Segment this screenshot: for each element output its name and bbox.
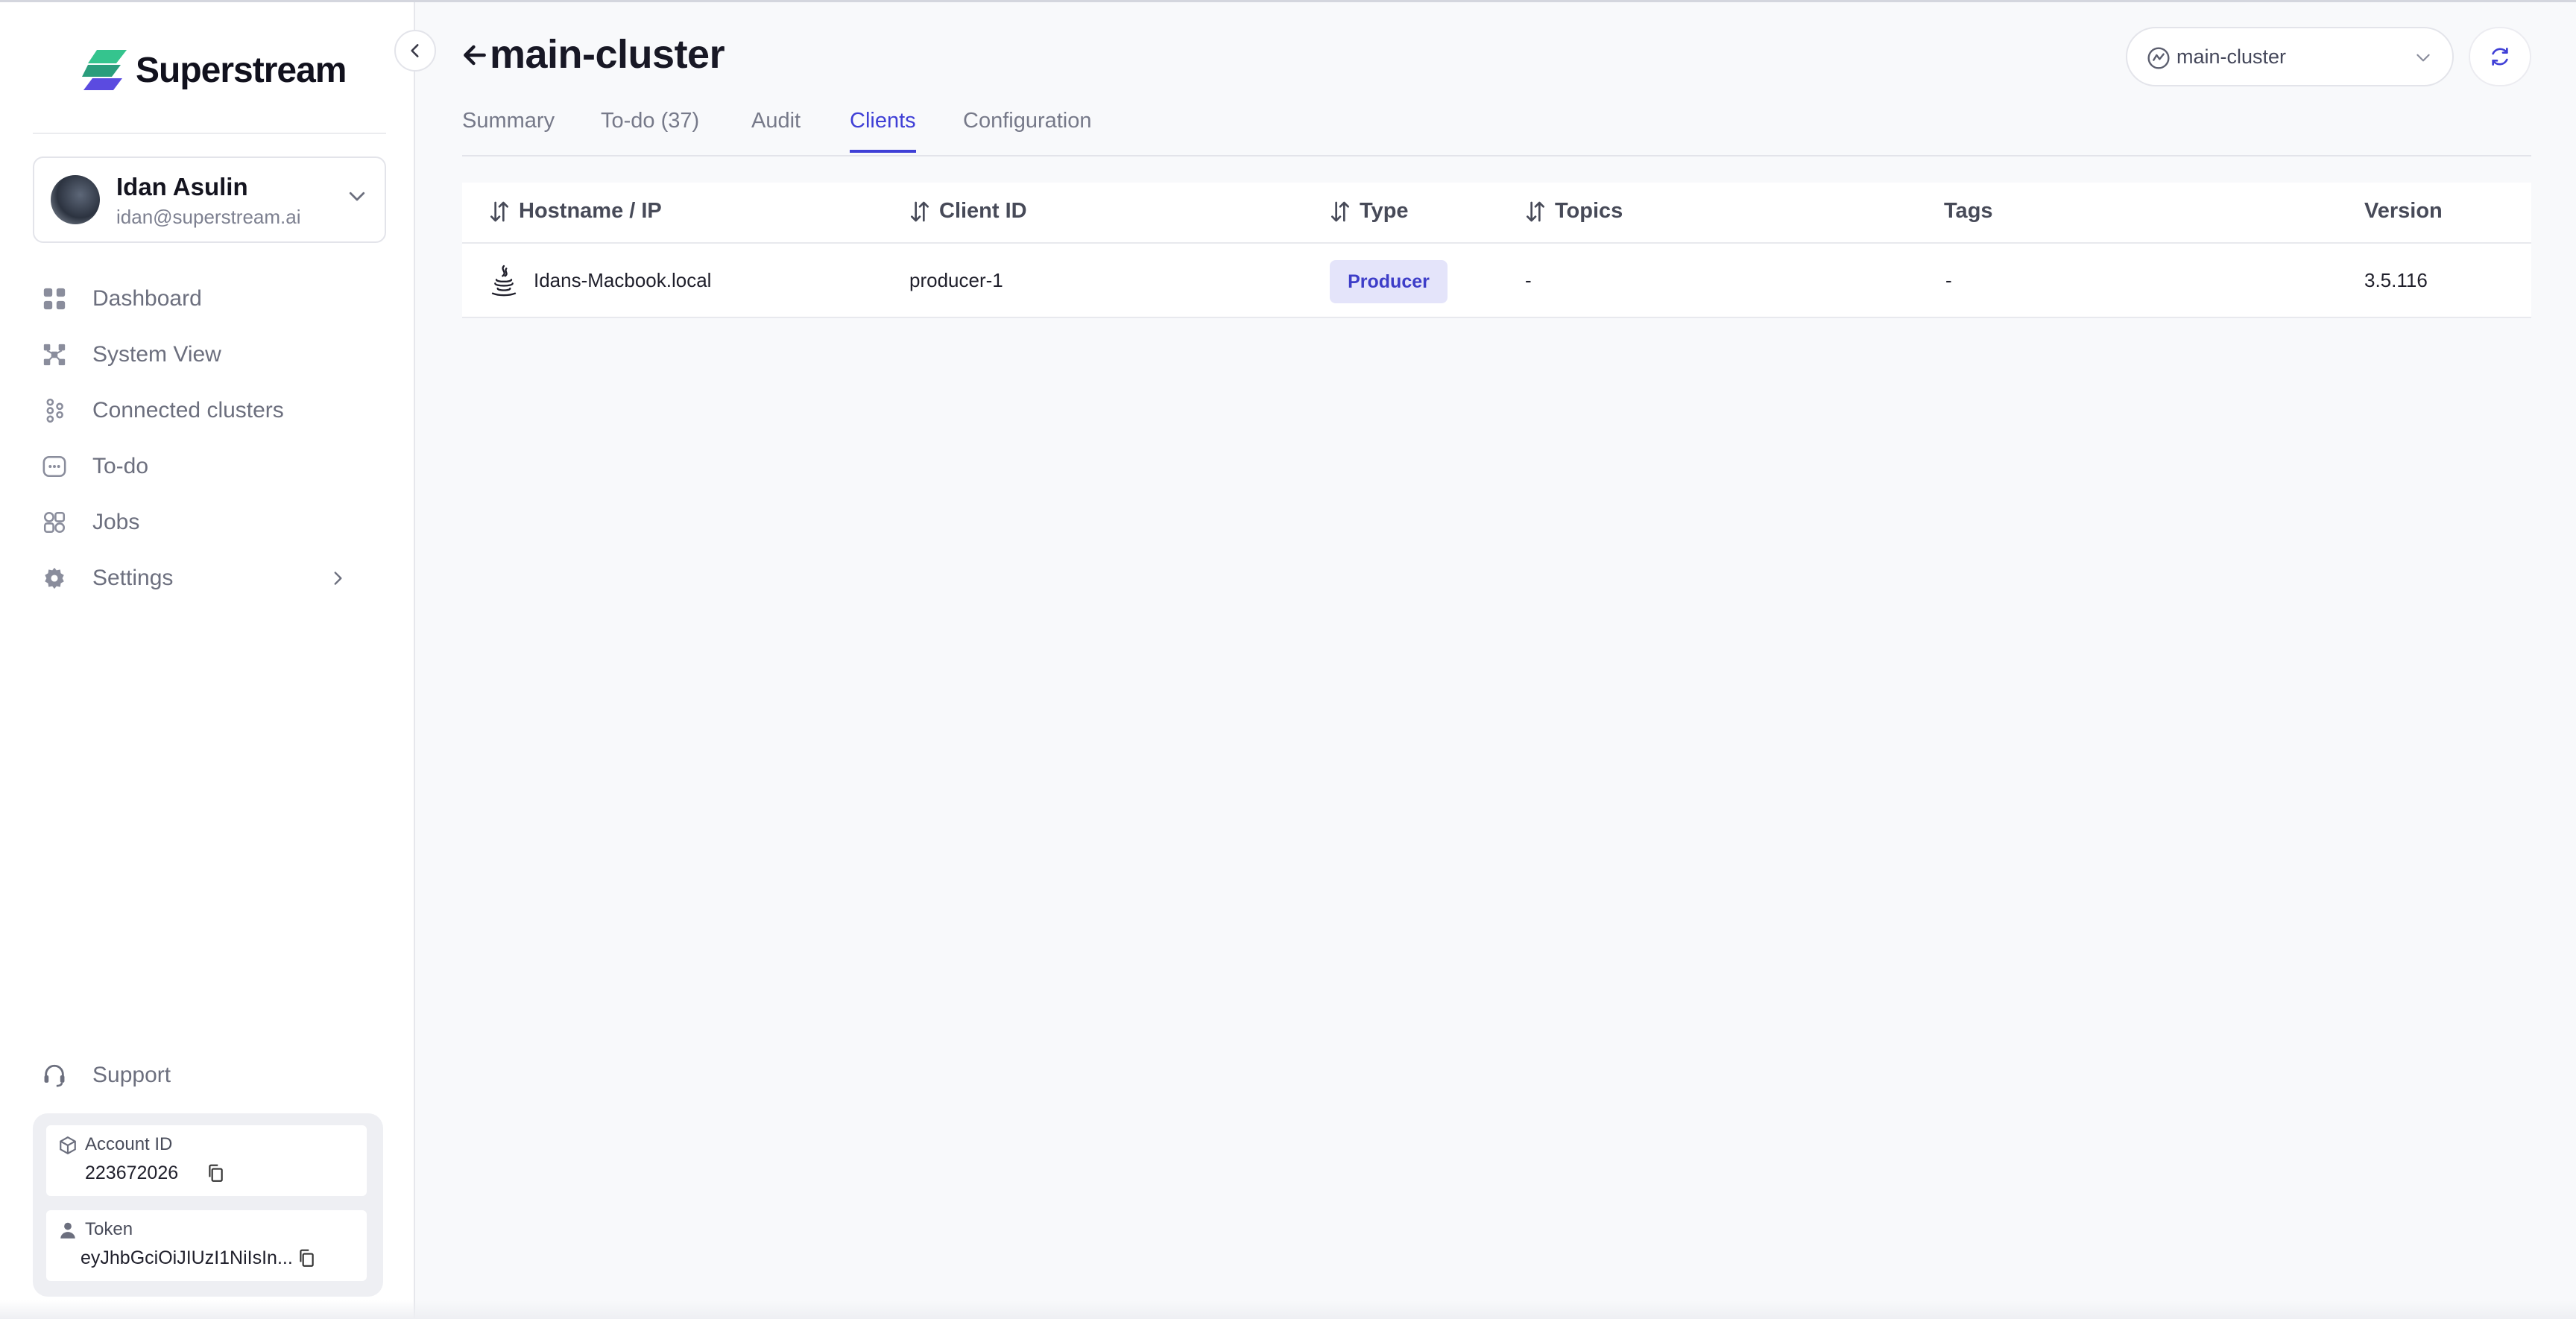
cube-icon	[60, 1136, 76, 1155]
column-label: Client ID	[939, 199, 1027, 223]
column-label: Version	[2364, 199, 2443, 223]
tab-bar: Summary To-do (37) Audit Clients Configu…	[462, 97, 2531, 156]
collapse-sidebar-button[interactable]	[394, 30, 436, 72]
brand-name: Superstream	[136, 50, 347, 90]
back-arrow-icon[interactable]	[461, 40, 489, 70]
column-version: Version	[2364, 199, 2443, 224]
gear-icon	[42, 566, 67, 591]
sidebar-item-label: Jobs	[92, 509, 140, 534]
headset-icon	[42, 1063, 67, 1088]
todo-icon	[42, 454, 67, 479]
token-card: Token eyJhbGciOiJIUzI1NiIsIn...	[46, 1210, 367, 1281]
user-email: idan@superstream.ai	[116, 206, 301, 228]
sidebar-item-connected-clusters[interactable]: Connected clusters	[42, 382, 370, 438]
sidebar-item-label: Connected clusters	[92, 397, 284, 423]
tab-audit[interactable]: Audit	[751, 109, 801, 150]
sidebar-divider	[33, 133, 386, 134]
user-icon	[60, 1222, 75, 1239]
java-icon	[491, 265, 517, 297]
sort-icon	[1331, 201, 1349, 221]
system-view-icon	[42, 342, 67, 367]
sidebar-nav: Dashboard System View Connected clusters…	[42, 271, 370, 606]
sidebar-item-settings[interactable]: Settings	[42, 550, 370, 606]
tab-configuration[interactable]: Configuration	[963, 109, 1092, 150]
superstream-logo-icon	[82, 50, 127, 90]
tags-cell: -	[1945, 269, 1952, 291]
version-cell: 3.5.116	[2364, 269, 2428, 291]
column-client-id[interactable]: Client ID	[909, 199, 1027, 224]
sort-icon	[490, 201, 508, 221]
sort-icon	[1527, 201, 1545, 221]
sidebar-item-todo[interactable]: To-do	[42, 438, 370, 494]
sidebar-item-label: Dashboard	[92, 285, 202, 311]
avatar	[51, 175, 100, 224]
sidebar-item-system-view[interactable]: System View	[42, 326, 370, 382]
page-title: main-cluster	[490, 32, 725, 77]
tab-clients[interactable]: Clients	[850, 109, 916, 153]
table-row[interactable]: Idans-Macbook.local producer-1 Producer …	[462, 244, 2531, 318]
account-id-card: Account ID 223672026	[46, 1125, 367, 1196]
topics-cell: -	[1525, 269, 1532, 291]
sort-icon	[911, 201, 929, 221]
table-header: Hostname / IP Client ID Type Topics Tags…	[462, 183, 2531, 244]
logo[interactable]: Superstream	[82, 48, 347, 92]
column-label: Hostname / IP	[519, 199, 662, 223]
sidebar-item-label: To-do	[92, 453, 149, 478]
sidebar-item-support[interactable]: Support	[42, 1047, 171, 1103]
chevron-down-icon[interactable]	[346, 185, 368, 207]
jobs-icon	[42, 510, 67, 535]
sidebar-item-label: System View	[92, 341, 221, 367]
chevron-right-icon	[334, 572, 342, 585]
chevron-left-icon	[411, 44, 419, 57]
copy-icon[interactable]	[297, 1247, 316, 1268]
column-topics[interactable]: Topics	[1525, 199, 1623, 224]
cluster-select-value: main-cluster	[2176, 45, 2287, 68]
token-label: Token	[85, 1219, 133, 1239]
support-label: Support	[92, 1062, 171, 1087]
sidebar: Superstream Idan Asulin idan@superstream…	[0, 2, 415, 1319]
clients-table: Hostname / IP Client ID Type Topics Tags…	[462, 183, 2531, 318]
type-badge: Producer	[1330, 260, 1448, 303]
column-type[interactable]: Type	[1330, 199, 1409, 224]
hostname-cell: Idans-Macbook.local	[534, 269, 712, 291]
refresh-button[interactable]	[2469, 27, 2531, 86]
dashboard-icon	[42, 286, 67, 311]
tab-todo[interactable]: To-do (37)	[601, 109, 699, 150]
copy-icon[interactable]	[206, 1163, 225, 1183]
column-tags: Tags	[1944, 199, 1993, 224]
chevron-down-icon	[2416, 54, 2430, 62]
account-id-value: 223672026	[85, 1163, 179, 1183]
refresh-icon	[2492, 47, 2508, 66]
sidebar-item-dashboard[interactable]: Dashboard	[42, 271, 370, 326]
cluster-select[interactable]: main-cluster	[2126, 27, 2454, 86]
sidebar-item-label: Settings	[92, 565, 174, 590]
tab-summary[interactable]: Summary	[462, 109, 555, 150]
column-label: Type	[1360, 199, 1409, 223]
column-label: Tags	[1944, 199, 1993, 223]
clusters-icon	[42, 398, 67, 423]
sidebar-item-jobs[interactable]: Jobs	[42, 494, 370, 550]
account-id-label: Account ID	[85, 1134, 173, 1154]
column-label: Topics	[1555, 199, 1623, 223]
user-name: Idan Asulin	[116, 173, 248, 200]
client-id-cell: producer-1	[909, 269, 1003, 291]
token-value: eyJhbGciOiJIUzI1NiIsIn...	[80, 1247, 293, 1268]
user-profile[interactable]: Idan Asulin idan@superstream.ai	[33, 156, 386, 243]
column-hostname[interactable]: Hostname / IP	[489, 199, 662, 224]
account-info: Account ID 223672026 Token eyJhbGciOiJIU…	[33, 1113, 383, 1297]
cluster-icon	[2147, 47, 2170, 69]
bottom-edge	[0, 1300, 2576, 1319]
